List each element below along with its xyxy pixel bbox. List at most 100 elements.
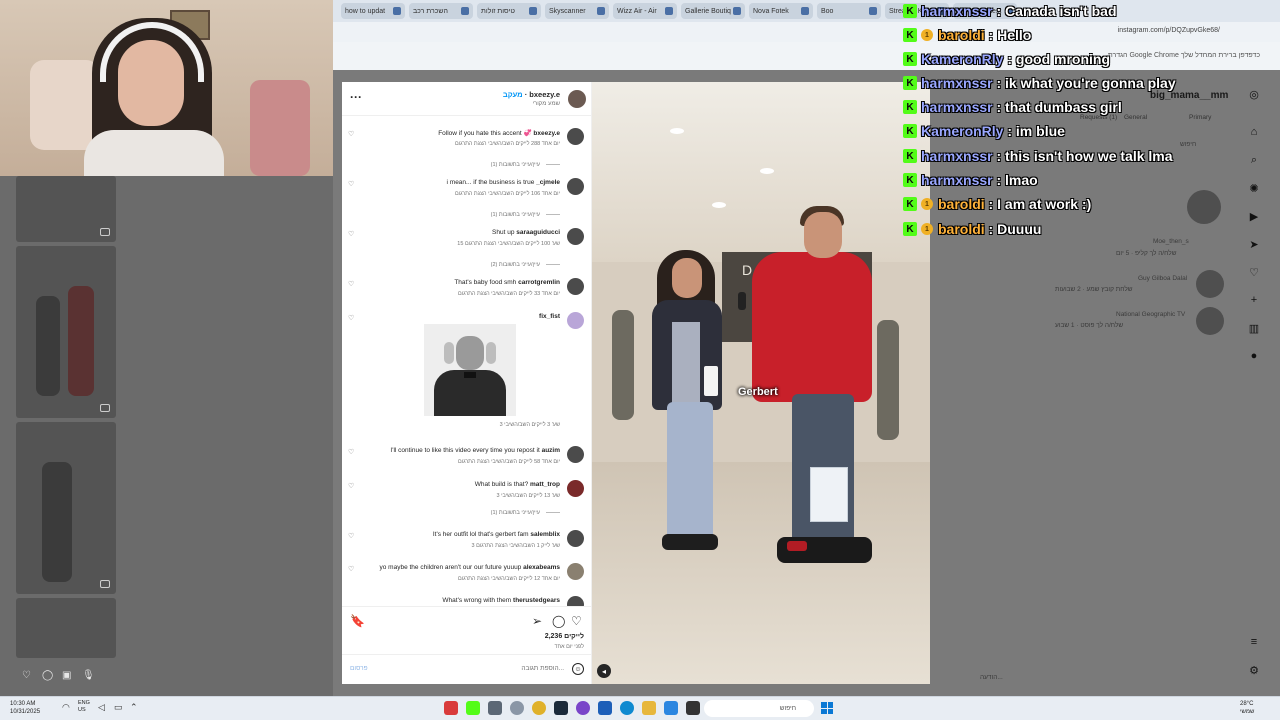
kick-app-icon[interactable] [466,701,480,715]
search-input[interactable]: חיפוש [1180,141,1196,148]
commenter-avatar[interactable] [567,278,584,295]
comment-meta[interactable]: יום אחד 288 לייקים השב/השיבי הצגת התרגום [455,141,560,147]
view-replies-link[interactable]: עיין/עייני בתשובות (1) [491,162,560,168]
post-comment-button[interactable]: פרסום [350,665,368,672]
comment-meta[interactable]: יום אחד 12 לייקים השב/השיבי הצגת התרגום [458,576,560,582]
settings-app-icon[interactable] [488,701,502,715]
app-icon[interactable] [510,701,524,715]
commenter-avatar[interactable] [567,228,584,245]
taskbar-search[interactable]: חיפוש [704,700,814,717]
commenter-avatar[interactable] [567,178,584,195]
image-icon[interactable]: ▣ [62,670,71,681]
battery-icon[interactable]: ▭ [114,702,123,713]
search-icon[interactable]: ⌕ [1244,154,1264,167]
windows-start-icon[interactable] [821,702,833,714]
avatar[interactable] [1196,307,1224,335]
heart-icon[interactable]: ♡ [348,448,354,456]
heart-icon[interactable]: ♡ [348,180,354,188]
browser-tab[interactable]: Gallerie Boutiq [681,3,745,19]
bookmark-icon[interactable]: 🔖 [350,614,365,628]
share-icon[interactable]: ➢ [532,614,542,628]
comment-input[interactable]: הוספת תגובה... [521,665,564,672]
avatar[interactable] [1187,190,1221,224]
menu-icon[interactable]: ≡ [1244,636,1264,648]
comment-icon[interactable]: ◯ [42,670,53,681]
commenter-avatar[interactable] [567,480,584,497]
comment-meta[interactable]: יום אחד 33 לייקים השב/השיבי הצגת התרגום [458,291,560,297]
view-replies-link[interactable]: עיין/עייני בתשובות (2) [491,262,560,268]
comment-meta[interactable]: יום אחד 58 לייקים השב/השיבי הצגת התרגום [458,459,560,465]
app-icon[interactable] [576,701,590,715]
dashboard-icon[interactable]: ▥ [1244,322,1264,335]
more-options-icon[interactable]: ··· [350,90,362,104]
comment-gif[interactable] [424,324,516,416]
weather-widget[interactable]: 28°C שמשי [1240,700,1254,716]
commenter-avatar[interactable] [567,446,584,463]
author-avatar[interactable] [568,90,586,108]
file-explorer-icon[interactable] [642,701,656,715]
reels-icon[interactable]: ▶ [1244,210,1264,223]
comment-username[interactable]: saraaguiducci [516,229,560,236]
heart-icon[interactable]: ♡ [348,565,354,573]
message-input[interactable]: הודעה... [980,674,1003,681]
emoji-icon[interactable]: ☺ [572,663,584,675]
commenter-avatar[interactable] [567,596,584,606]
heart-icon[interactable]: ♡ [22,670,31,681]
browser-tab[interactable]: how to updat [341,3,405,19]
heart-icon[interactable]: ♡ [348,230,354,238]
profile-icon[interactable]: ● [1244,350,1264,362]
wifi-icon[interactable]: ◠ [62,702,70,713]
browser-tab[interactable]: Wizz Air - Air [613,3,677,19]
comment-username[interactable]: matt_trop [530,481,560,488]
view-replies-link[interactable]: עיין/עייני בתשובות (1) [491,510,560,516]
commenter-avatar[interactable] [567,312,584,329]
browser-tab[interactable]: טיסות זולות [477,3,541,19]
conversation-name[interactable]: Moe_then_s [1153,238,1189,245]
reel-thumbnail[interactable] [16,422,116,594]
chevron-up-icon[interactable]: ⌃ [130,702,138,713]
like-count[interactable]: 2,236 לייקים [545,633,584,640]
comment-meta[interactable]: יום אחד 106 לייקים השב/השיבי הצגת התרגום [455,191,560,197]
commenter-avatar[interactable] [567,128,584,145]
address-bar[interactable]: instagram.com/p/DQZupvGke68/ [333,22,1280,42]
comment-meta[interactable]: 15 שע' 100 לייקים השב/השיבי הצגת התרגום [457,241,560,247]
heart-icon[interactable]: ♡ [348,482,354,490]
avatar[interactable] [1196,270,1224,298]
conversation-name[interactable]: Guy Gilboa Dalal [1138,275,1187,282]
comment-meta[interactable]: 3 שע' לייק 1 השב/השיבי הצגת התרגום [472,543,560,549]
comment-meta[interactable]: 3 שע' 3 לייקים השב/השיבי [500,422,560,428]
terminal-icon[interactable] [686,701,700,715]
reel-thumbnail[interactable] [16,176,116,242]
threads-icon[interactable]: ⚙ [1244,664,1264,677]
volume-icon[interactable]: ◁ [98,702,105,713]
edge-icon[interactable] [620,701,634,715]
heart-icon[interactable]: ♡ [348,532,354,540]
comment-username[interactable]: fix_fist [539,313,560,320]
reel-thumbnail[interactable] [16,246,116,418]
commenter-avatar[interactable] [567,530,584,547]
reel-thumbnail[interactable] [16,598,116,658]
author-username[interactable]: bxeezy.e [529,90,560,99]
steam-icon[interactable] [554,701,568,715]
follow-button[interactable]: מעקב [503,90,523,99]
heart-icon[interactable]: ♡ [348,314,354,322]
app-icon[interactable] [664,701,678,715]
instagram-icon[interactable]: ◎ [1244,88,1264,101]
comment-username[interactable]: auzim [542,447,560,454]
conversation-name[interactable]: National Geographic TV [1116,311,1185,318]
comment-username[interactable]: alexabeams [523,564,560,571]
browser-tab[interactable]: השכרת רכב [409,3,473,19]
audio-label[interactable]: שמע מקורי [532,101,560,107]
mute-icon[interactable]: ◂ [597,664,611,678]
app-icon[interactable] [444,701,458,715]
app-icon[interactable] [598,701,612,715]
comment-username[interactable]: bxeezy.e [533,130,560,137]
video-player[interactable]: DA ER Gerbert ◂ [592,82,930,684]
like-icon[interactable]: ♡ [571,614,582,628]
comment-username[interactable]: carrotgremlin [518,279,560,286]
heart-icon[interactable]: ♡ [348,280,354,288]
browser-tab[interactable]: Boo [817,3,881,19]
tab-general[interactable]: General [1124,114,1147,121]
commenter-avatar[interactable] [567,563,584,580]
heart-icon[interactable]: ♡ [348,130,354,138]
